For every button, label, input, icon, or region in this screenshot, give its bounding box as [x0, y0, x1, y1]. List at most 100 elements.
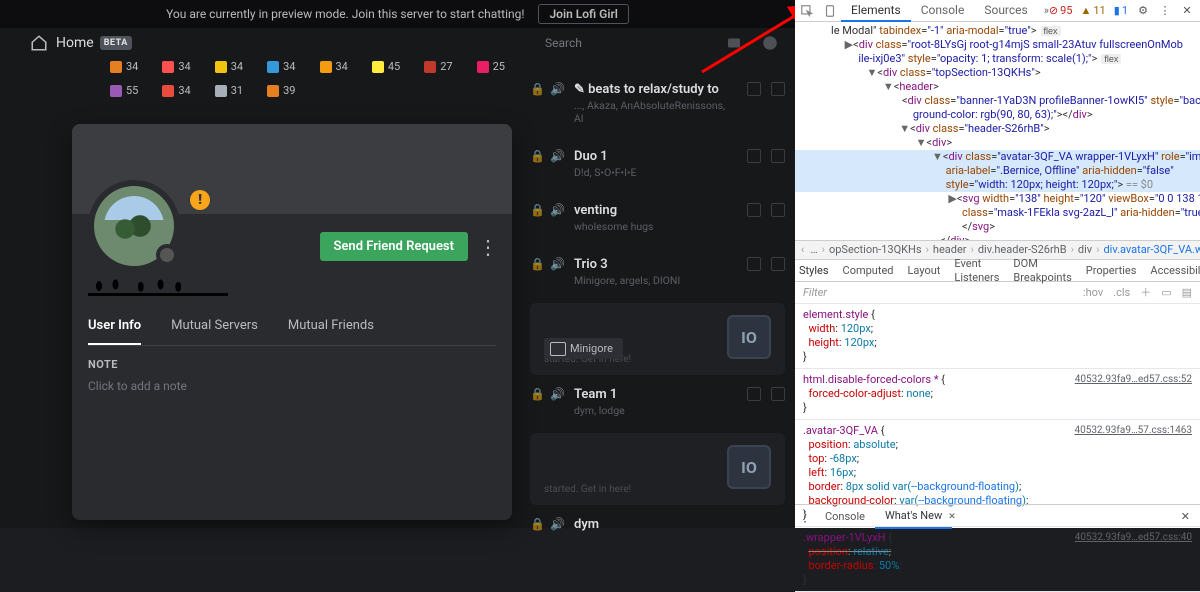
- note-label: NOTE: [88, 358, 496, 371]
- styles-tab[interactable]: Event Listeners: [954, 257, 999, 285]
- styles-tab[interactable]: Computed: [843, 264, 894, 278]
- chrome-devtools: Elements Console Sources » ⊘95 ▲11 ▮1 ⚙ …: [795, 0, 1200, 528]
- lock-icon: 🔒: [530, 149, 540, 163]
- devtools-tabbar: Elements Console Sources » ⊘95 ▲11 ▮1 ⚙ …: [795, 0, 1200, 22]
- devtools-menu[interactable]: ⋮: [1158, 4, 1172, 18]
- join-server-button[interactable]: Join Lofi Girl: [538, 4, 628, 24]
- video-icon[interactable]: [747, 387, 761, 401]
- activity-icon[interactable]: [771, 387, 785, 401]
- home-label: Home: [56, 35, 94, 51]
- speaker-icon: 🔊: [550, 149, 564, 163]
- tab-mutual-servers[interactable]: Mutual Servers: [171, 318, 258, 345]
- warn-count[interactable]: 11: [1093, 4, 1105, 18]
- tab-sources[interactable]: Sources: [974, 0, 1037, 22]
- activity-icon[interactable]: [771, 203, 785, 217]
- drawer-menu[interactable]: ⋮: [795, 510, 815, 524]
- voice-channel[interactable]: 🔒🔊Duo 1D!d, S•O•F•I•E: [530, 137, 785, 191]
- drawer-console[interactable]: Console: [815, 506, 875, 528]
- voice-channel[interactable]: 🔒🔊Trio 3Minigore, argels, DIONI: [530, 245, 785, 299]
- member-badge: 25: [477, 60, 505, 73]
- status-indicator: [156, 244, 178, 266]
- member-badge: 34: [162, 60, 190, 73]
- note-section: NOTE Click to add a note: [88, 358, 496, 393]
- home-icon: [30, 34, 50, 52]
- member-badge: 45: [372, 60, 400, 73]
- member-badge: 34: [320, 60, 348, 73]
- speaker-icon: 🔊: [550, 82, 564, 96]
- info-count[interactable]: 1: [1122, 4, 1128, 18]
- styles-rules[interactable]: element.style { width: 120px; height: 12…: [795, 304, 1200, 592]
- drawer: ⋮ Console What's New ✕ ✕: [795, 504, 1200, 528]
- inspect-icon[interactable]: [795, 4, 818, 18]
- speaker-icon: 🔊: [550, 387, 564, 401]
- video-icon[interactable]: [747, 257, 761, 271]
- styles-pane-icon[interactable]: ▤: [1182, 286, 1192, 300]
- video-icon[interactable]: [747, 82, 761, 96]
- hov-toggle[interactable]: :hov: [1083, 286, 1103, 300]
- styles-tab[interactable]: Styles: [799, 264, 829, 278]
- styles-tab[interactable]: Properties: [1086, 264, 1137, 278]
- voice-channel[interactable]: 🔒🔊Team 1dym, lodge: [530, 375, 785, 429]
- beta-badge: BETA: [100, 36, 132, 50]
- note-input[interactable]: Click to add a note: [88, 379, 496, 393]
- styles-tabs: Styles Computed Layout Event Listeners DOM B…: [795, 260, 1200, 282]
- styles-tab[interactable]: Layout: [908, 264, 941, 278]
- discord-app: You are currently in preview mode. Join …: [0, 0, 795, 528]
- gear-icon[interactable]: ⚙: [1136, 4, 1150, 18]
- devtools-status: ⊘95 ▲11 ▮1 ⚙ ⋮ ✕: [1049, 4, 1200, 18]
- styles-tab[interactable]: Accessibility: [1150, 264, 1200, 278]
- profile-more-button[interactable]: [478, 232, 498, 262]
- tab-user-info[interactable]: User Info: [88, 318, 141, 345]
- lock-icon: 🔒: [530, 387, 540, 401]
- lock-icon: 🔒: [530, 82, 540, 96]
- inbox-icon[interactable]: [725, 34, 743, 52]
- send-friend-request-button[interactable]: Send Friend Request: [320, 232, 469, 261]
- video-icon[interactable]: [747, 149, 761, 163]
- cls-toggle[interactable]: .cls: [1113, 286, 1130, 300]
- top-icon-row: [725, 34, 779, 52]
- activity-icon[interactable]: [771, 82, 785, 96]
- member-badge: 39: [267, 84, 295, 97]
- search-input[interactable]: Search: [545, 36, 665, 50]
- dom-tree[interactable]: le Modal" tabindex="-1" aria-modal="true…: [795, 22, 1200, 240]
- video-icon[interactable]: [747, 203, 761, 217]
- profile-tabs: User Info Mutual Servers Mutual Friends: [88, 318, 496, 346]
- voice-channel[interactable]: 🔒🔊dym: [530, 505, 785, 544]
- user-profile-modal: ! Send Friend Request User Info Mutual S…: [72, 124, 512, 520]
- badge-row-2: 55343139: [110, 84, 296, 97]
- device-icon[interactable]: [818, 4, 841, 18]
- toggle-device-icon[interactable]: ▭: [1161, 286, 1171, 300]
- speaker-icon: 🔊: [550, 257, 564, 271]
- username-redacted: [88, 278, 228, 296]
- close-devtools[interactable]: ✕: [1180, 4, 1194, 18]
- tab-mutual-friends[interactable]: Mutual Friends: [288, 318, 374, 345]
- styles-tab[interactable]: DOM Breakpoints: [1013, 257, 1071, 285]
- preview-text: You are currently in preview mode. Join …: [166, 7, 524, 21]
- member-badge: 27: [424, 60, 452, 73]
- tab-console[interactable]: Console: [911, 0, 975, 22]
- close-drawer[interactable]: ✕: [1181, 510, 1200, 524]
- new-rule-icon[interactable]: ＋: [1140, 286, 1151, 300]
- close-tab-icon[interactable]: ✕: [948, 510, 956, 524]
- preview-banner: You are currently in preview mode. Join …: [0, 0, 795, 28]
- styles-filter[interactable]: Filter: [795, 286, 1083, 300]
- lock-icon: 🔒: [530, 203, 540, 217]
- speaker-icon: 🔊: [550, 203, 564, 217]
- member-badge: 34: [267, 60, 295, 73]
- activity-icon[interactable]: [771, 257, 785, 271]
- member-badge: 34: [215, 60, 243, 73]
- member-badge: 34: [110, 60, 138, 73]
- tab-elements[interactable]: Elements: [841, 0, 911, 22]
- screen-share-pill[interactable]: Minigore: [544, 338, 623, 359]
- badge-row-1: 34 34 34 34 34 45 27 25: [110, 60, 505, 73]
- voice-channel[interactable]: 🔒🔊✎ beats to relax/study to..., Akaza, A…: [530, 70, 785, 137]
- activity-icon[interactable]: [771, 149, 785, 163]
- stream-card[interactable]: IOstarted. Get in here!: [530, 433, 785, 505]
- help-icon[interactable]: [761, 34, 779, 52]
- member-badge: 31: [215, 84, 243, 97]
- voice-channel[interactable]: 🔒🔊ventingwholesome hugs: [530, 191, 785, 245]
- error-count[interactable]: 95: [1060, 4, 1072, 18]
- styles-filter-row: Filter :hov .cls ＋ ▭ ▤: [795, 282, 1200, 304]
- drawer-whatsnew[interactable]: What's New: [875, 505, 952, 529]
- channel-list: 🔒🔊✎ beats to relax/study to..., Akaza, A…: [530, 70, 785, 544]
